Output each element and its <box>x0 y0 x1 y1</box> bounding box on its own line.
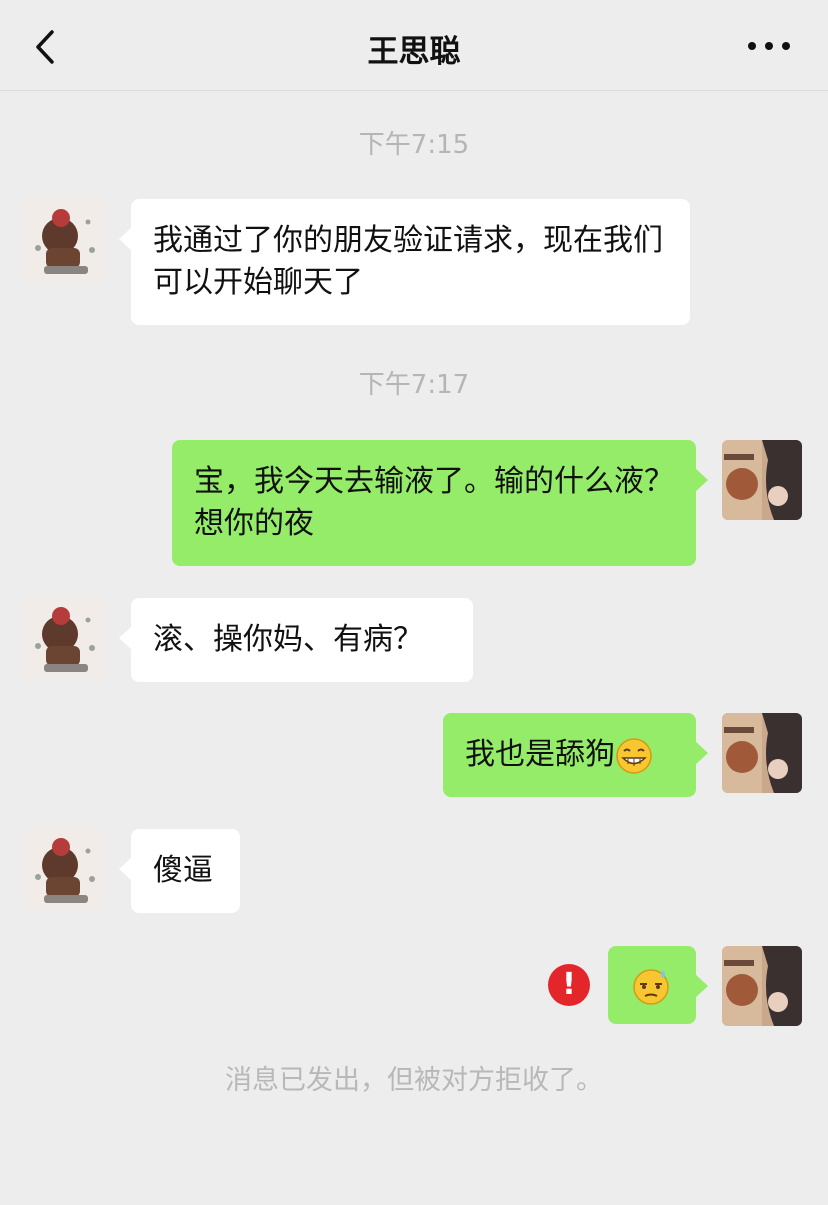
avatar[interactable] <box>24 829 104 909</box>
message-bubble[interactable] <box>608 946 708 1024</box>
nav-bar: 王思聪 <box>0 0 828 91</box>
avatar[interactable] <box>722 713 802 793</box>
avatar[interactable] <box>24 598 104 678</box>
message-bubble[interactable]: 我通过了你的朋友验证请求，现在我们可以开始聊天了 <box>119 199 690 325</box>
message-bubble[interactable]: 宝，我今天去输液了。输的什么液？想你的夜 <box>172 440 708 566</box>
chat-title: 王思聪 <box>367 34 461 70</box>
message-bubble[interactable]: 傻逼 <box>119 829 240 913</box>
avatar[interactable] <box>24 200 104 280</box>
message-bubble[interactable]: 我也是舔狗 <box>443 713 708 797</box>
more-dots-icon[interactable] <box>746 40 792 52</box>
avatar[interactable] <box>722 946 802 1026</box>
avatar[interactable] <box>722 440 802 520</box>
error-icon[interactable]: ! <box>548 964 590 1006</box>
rejected-notice: 消息已发出，但被对方拒收了。 <box>225 1065 603 1096</box>
sweat-emoji <box>633 969 669 1005</box>
grin-emoji <box>616 737 652 774</box>
message-bubble[interactable]: 滚、操你妈、有病？ <box>119 598 473 682</box>
timestamp: 下午7:15 <box>358 130 470 160</box>
timestamp: 下午7:17 <box>358 370 470 400</box>
message-text: 我也是舔狗 <box>465 737 615 772</box>
